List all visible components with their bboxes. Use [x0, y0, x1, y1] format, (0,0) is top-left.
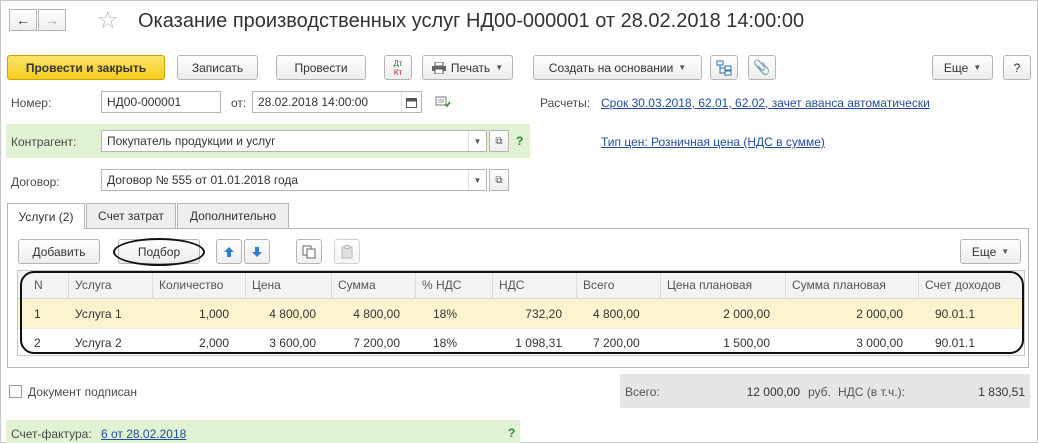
hierarchy-icon [716, 60, 732, 75]
arrow-down-icon [252, 246, 262, 257]
date-value: 28.02.2018 14:00:00 [258, 95, 369, 109]
post-and-close-button[interactable]: Провести и закрыть [7, 55, 165, 80]
payments-label: Расчеты: [540, 96, 591, 110]
tab-additional[interactable]: Дополнительно [177, 203, 289, 228]
annotation-oval-table [20, 271, 1024, 354]
paperclip-icon: 📎 [753, 59, 771, 75]
tab-services[interactable]: Услуги (2) [7, 203, 85, 229]
paste-icon [341, 244, 353, 258]
contract-value: Договор № 555 от 01.01.2018 года [107, 173, 299, 187]
chevron-down-icon: ▼ [678, 63, 687, 72]
paste-button[interactable] [334, 239, 360, 264]
forward-button[interactable]: → [38, 9, 66, 31]
counterparty-help[interactable]: ? [516, 134, 523, 148]
contract-open-button[interactable]: ⧉ [489, 169, 509, 191]
counterparty-dropdown[interactable]: ▼ [468, 131, 486, 151]
number-label: Номер: [11, 96, 52, 110]
page-title: Оказание производственных услуг НД00-000… [138, 10, 805, 32]
star-icon[interactable]: ☆ [97, 6, 119, 35]
create-based-on-button[interactable]: Создать на основании ▼ [533, 55, 702, 80]
post-button[interactable]: Провести [276, 55, 366, 80]
help-button[interactable]: ? [1003, 55, 1031, 80]
print-label: Печать [450, 60, 491, 75]
kt-label: Кт [393, 67, 403, 77]
arrow-left-icon: ← [16, 12, 30, 28]
date-from-label: от: [231, 96, 247, 110]
chevron-down-icon: ▼ [495, 63, 504, 72]
chevron-down-icon: ▼ [1001, 247, 1010, 256]
calendar-button[interactable] [401, 92, 421, 112]
add-button[interactable]: Добавить [18, 239, 100, 264]
vat-total-label: НДС (в т.ч.): [838, 385, 905, 399]
invoice-help[interactable]: ? [508, 426, 515, 440]
chevron-down-icon: ▼ [973, 63, 982, 72]
table-more-button[interactable]: Еще ▼ [960, 239, 1021, 264]
total-value: 12 000,00 [746, 385, 800, 399]
attach-button[interactable]: 📎 [748, 55, 776, 80]
calendar-icon [406, 97, 417, 108]
invoice-label: Счет-фактура: [11, 427, 92, 441]
counterparty-label: Контрагент: [11, 135, 77, 149]
counterparty-input[interactable]: Покупатель продукции и услуг ▼ [101, 130, 487, 152]
copy-icon [302, 245, 316, 258]
back-button[interactable]: ← [9, 9, 37, 31]
totals-panel: Всего: 12 000,00 руб. НДС (в т.ч.): 1 83… [620, 374, 1030, 408]
more-label: Еще [943, 60, 969, 75]
number-input[interactable]: НД00-000001 [101, 91, 221, 113]
move-up-button[interactable] [216, 239, 242, 264]
contract-dropdown[interactable]: ▼ [468, 170, 486, 190]
annotation-oval-pick [113, 238, 205, 266]
document-status-icon[interactable] [435, 96, 451, 111]
table-more-label: Еще [971, 244, 997, 259]
dt-kt-button[interactable]: Дт Кт [384, 55, 412, 80]
printer-icon [431, 61, 446, 74]
structure-button[interactable] [710, 55, 738, 80]
open-window-icon: ⧉ [495, 174, 503, 186]
dt-label: Дт [393, 58, 403, 68]
more-button[interactable]: Еще ▼ [932, 55, 993, 80]
total-label: Всего: [625, 385, 660, 399]
move-down-button[interactable] [244, 239, 270, 264]
signed-label: Документ подписан [28, 385, 137, 399]
counterparty-open-button[interactable]: ⧉ [489, 130, 509, 152]
currency-label: руб. [808, 385, 831, 399]
contract-input[interactable]: Договор № 555 от 01.01.2018 года ▼ [101, 169, 487, 191]
print-button[interactable]: Печать ▼ [422, 55, 513, 80]
counterparty-value: Покупатель продукции и услуг [107, 134, 276, 148]
contract-label: Договор: [11, 175, 60, 189]
signed-checkbox[interactable] [9, 385, 22, 398]
date-input[interactable]: 28.02.2018 14:00:00 [252, 91, 422, 113]
payments-link[interactable]: Срок 30.03.2018, 62.01, 62.02, зачет ава… [601, 96, 930, 110]
save-button[interactable]: Записать [177, 55, 258, 80]
vat-total-value: 1 830,51 [978, 385, 1025, 399]
chevron-down-icon: ▼ [473, 175, 482, 185]
price-type-link[interactable]: Тип цен: Розничная цена (НДС в сумме) [601, 135, 825, 149]
invoice-link[interactable]: 6 от 28.02.2018 [101, 427, 186, 441]
chevron-down-icon: ▼ [473, 136, 482, 146]
open-window-icon: ⧉ [495, 135, 503, 147]
arrow-up-icon [224, 246, 234, 257]
tab-cost-account[interactable]: Счет затрат [86, 203, 176, 228]
create-based-label: Создать на основании [548, 60, 674, 75]
copy-button[interactable] [296, 239, 322, 264]
arrow-right-icon: → [45, 12, 59, 28]
